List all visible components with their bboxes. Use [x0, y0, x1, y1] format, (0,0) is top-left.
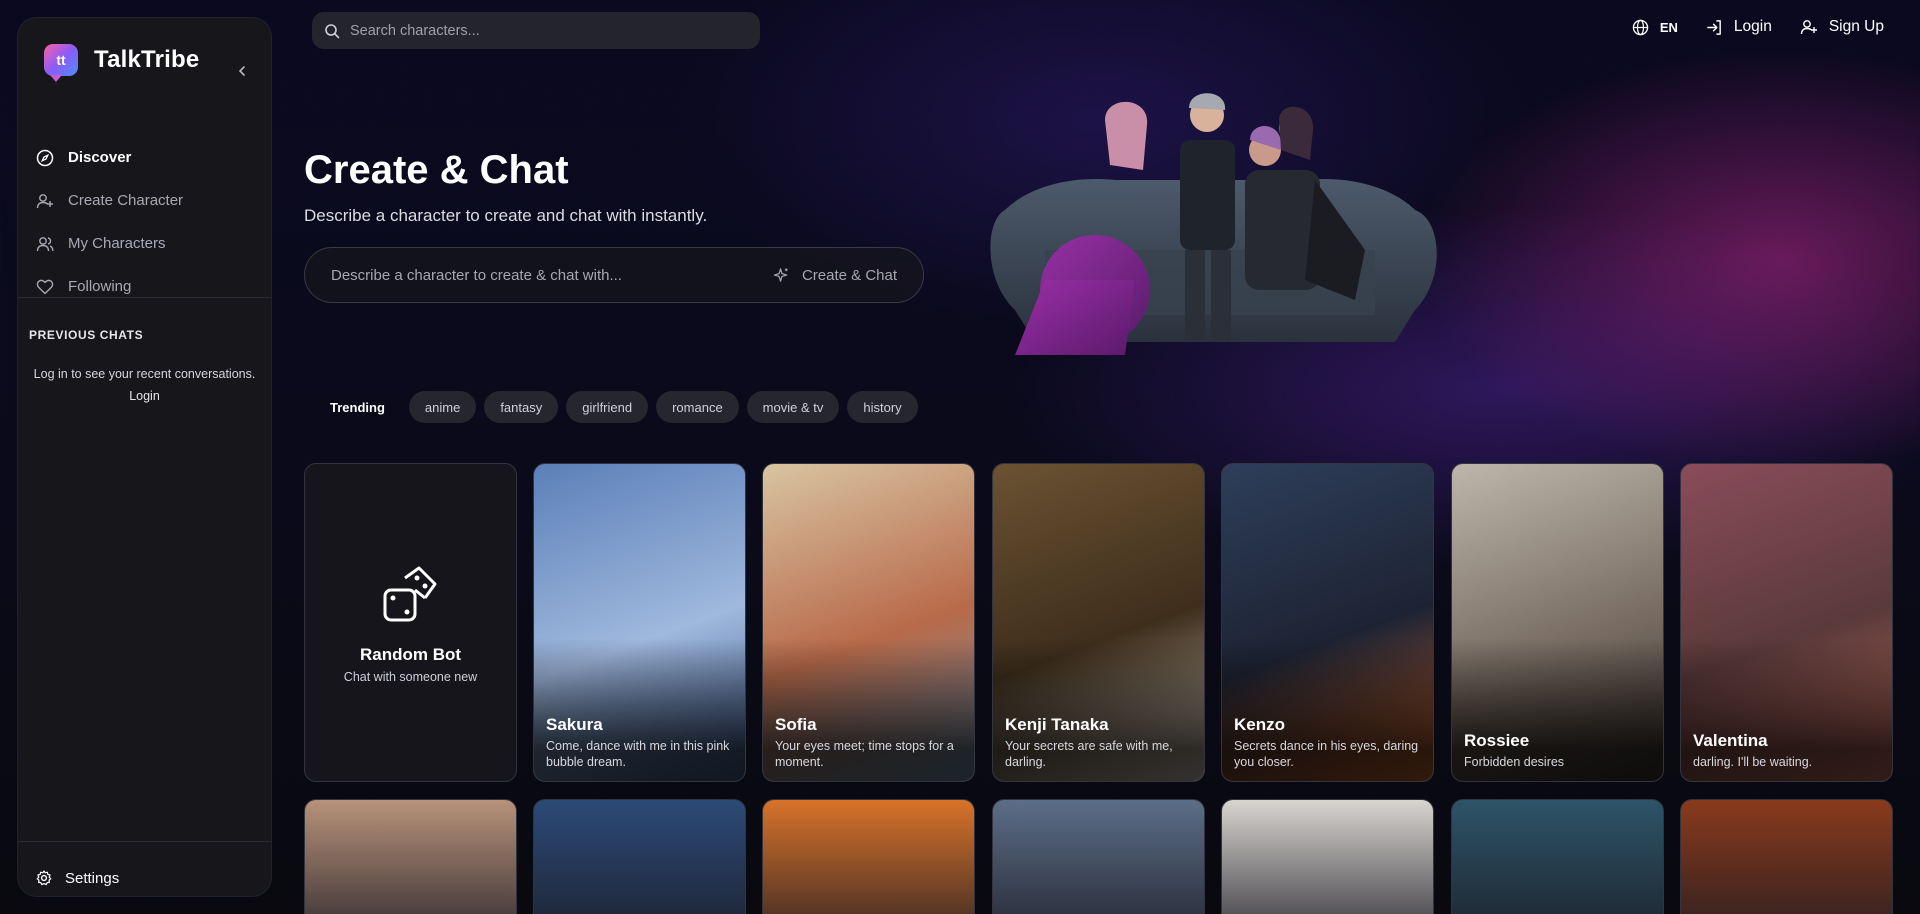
chevron-left-icon — [238, 66, 245, 76]
signup-label: Sign Up — [1828, 18, 1884, 35]
character-card[interactable]: Kenzo Secrets dance in his eyes, daring … — [1221, 463, 1434, 782]
page-title: Create & Chat — [304, 148, 569, 192]
user-plus-icon — [35, 191, 55, 211]
sidebar-item-create-character[interactable]: Create Character — [18, 179, 271, 222]
tag-history[interactable]: history — [847, 391, 918, 423]
previous-chats-login-link[interactable]: Login — [18, 389, 271, 403]
character-tagline: darling. I'll be waiting. — [1693, 755, 1813, 769]
sidebar-item-label: My Characters — [68, 235, 166, 252]
character-name: Rossiee — [1464, 731, 1530, 750]
sidebar-item-label: Following — [68, 278, 132, 295]
language-label: EN — [1659, 19, 1678, 35]
tag-movie-tv[interactable]: movie & tv — [746, 391, 840, 423]
character-card[interactable] — [1221, 799, 1434, 914]
character-card[interactable] — [992, 799, 1205, 914]
character-card[interactable] — [1680, 799, 1893, 914]
character-name: Sakura — [546, 715, 603, 734]
random-bot-card[interactable]: Random Bot Chat with someone new — [304, 463, 517, 782]
character-name: Valentina — [1693, 731, 1768, 750]
settings-button[interactable]: Settings — [35, 869, 119, 887]
character-card[interactable]: Rossiee Forbidden desires — [1451, 463, 1664, 782]
tag-fantasy[interactable]: fantasy — [484, 391, 559, 423]
trending-tags: Trending anime fantasy girlfriend romanc… — [330, 391, 926, 423]
character-tagline: Forbidden desires — [1464, 755, 1565, 769]
character-tagline: Your secrets are safe with me, darling. — [1005, 739, 1173, 769]
character-description-input[interactable] — [331, 266, 761, 284]
character-tagline: Secrets dance in his eyes, daring you cl… — [1234, 739, 1419, 769]
signup-button[interactable]: Sign Up — [1800, 18, 1884, 36]
sidebar-item-label: Create Character — [68, 192, 184, 209]
hero-illustration — [990, 93, 1437, 355]
random-bot-name: Random Bot — [359, 645, 462, 664]
tag-girlfriend[interactable]: girlfriend — [566, 391, 649, 423]
character-card[interactable] — [762, 799, 975, 914]
character-card[interactable] — [533, 799, 746, 914]
sidebar-item-discover[interactable]: Discover — [18, 136, 271, 179]
globe-icon — [1632, 19, 1649, 36]
character-card[interactable]: Sakura Come, dance with me in this pink … — [533, 463, 746, 782]
create-chat-label: Create & Chat — [801, 266, 897, 284]
search-bar[interactable] — [312, 12, 760, 49]
character-tagline: Come, dance with me in this pink bubble … — [546, 739, 730, 769]
character-name: Kenzo — [1234, 715, 1285, 734]
character-tagline: Your eyes meet; time stops for a moment. — [775, 739, 954, 769]
language-selector[interactable]: EN — [1632, 19, 1678, 36]
compass-icon — [35, 148, 55, 168]
dice-icon — [383, 566, 437, 622]
top-actions: EN Login Sign Up — [1604, 18, 1884, 36]
sidebar-item-following[interactable]: Following — [18, 265, 271, 308]
login-icon — [1706, 19, 1723, 36]
hero-subtitle: Describe a character to create and chat … — [304, 206, 708, 225]
search-icon — [325, 23, 340, 38]
tag-romance[interactable]: romance — [656, 391, 739, 423]
brand[interactable]: tt TalkTribe — [44, 44, 200, 82]
brand-name: TalkTribe — [94, 46, 200, 73]
character-card[interactable]: Valentina darling. I'll be waiting. — [1680, 463, 1893, 782]
previous-chats-message: Log in to see your recent conversations. — [33, 367, 256, 381]
logo: tt — [44, 44, 78, 82]
random-bot-desc: Chat with someone new — [343, 670, 478, 684]
tag-anime[interactable]: anime — [408, 391, 477, 423]
character-name: Kenji Tanaka — [1005, 715, 1109, 734]
character-card[interactable]: Kenji Tanaka Your secrets are safe with … — [992, 463, 1205, 782]
login-button[interactable]: Login — [1706, 18, 1772, 36]
search-input[interactable] — [350, 22, 710, 39]
logo-text: tt — [56, 52, 66, 68]
character-card[interactable]: Sofia Your eyes meet; time stops for a m… — [762, 463, 975, 782]
user-plus-icon — [1800, 18, 1818, 36]
users-icon — [35, 234, 55, 254]
sidebar: tt TalkTribe Discover Create Character M… — [17, 17, 272, 897]
character-card[interactable] — [304, 799, 517, 914]
create-chat-button[interactable]: Create & Chat — [773, 267, 897, 284]
heart-icon — [35, 277, 55, 297]
divider — [18, 297, 271, 298]
gear-icon — [35, 869, 53, 887]
trending-label: Trending — [330, 399, 385, 415]
sparkle-icon — [773, 267, 790, 284]
login-label: Login — [1733, 18, 1772, 35]
sidebar-item-my-characters[interactable]: My Characters — [18, 222, 271, 265]
create-chat-bar: Create & Chat — [304, 247, 924, 303]
sidebar-item-label: Discover — [68, 149, 132, 166]
sidebar-nav: Discover Create Character My Characters … — [18, 136, 271, 308]
settings-label: Settings — [65, 869, 120, 887]
collapse-sidebar-button[interactable] — [233, 62, 251, 80]
divider — [18, 841, 271, 842]
character-name: Sofia — [775, 715, 817, 734]
character-card[interactable] — [1451, 799, 1664, 914]
previous-chats-title: PREVIOUS CHATS — [29, 328, 144, 342]
